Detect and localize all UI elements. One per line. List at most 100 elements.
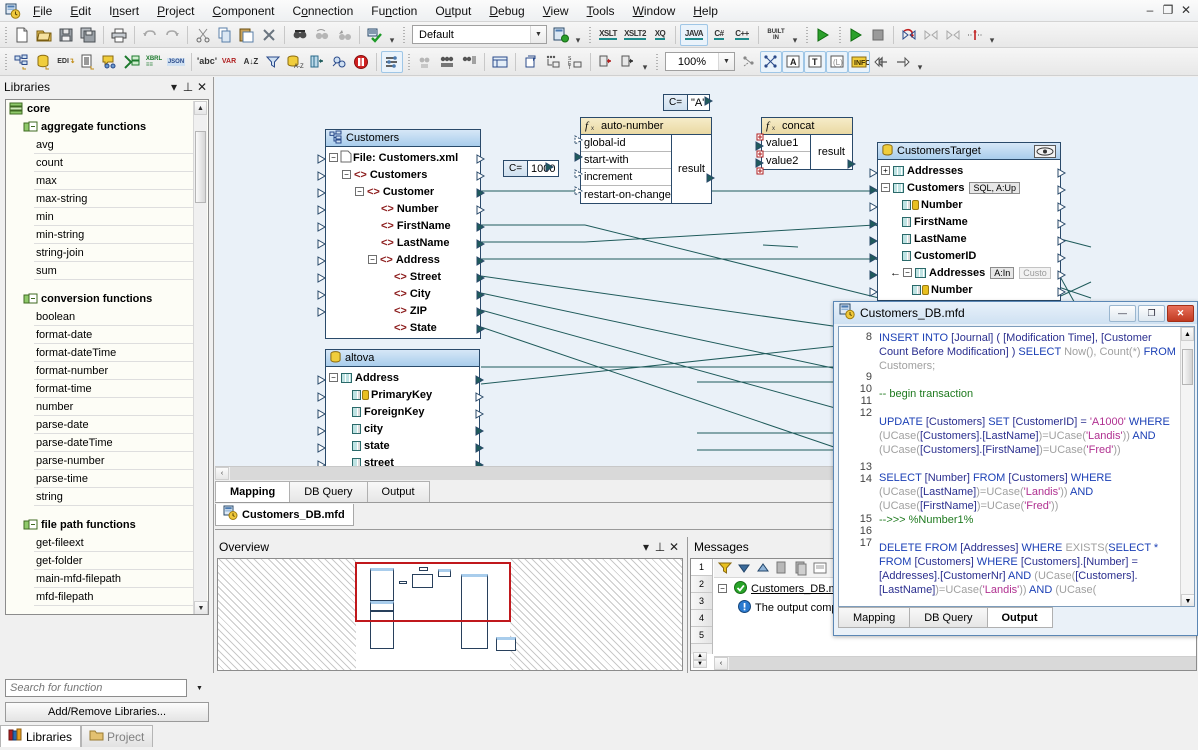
messages-side-scroll[interactable]: ▲ ▼ [693, 652, 707, 669]
constant-output-connector[interactable] [546, 162, 554, 174]
tab-project[interactable]: Project [81, 725, 153, 747]
list-item[interactable]: string [34, 488, 200, 506]
list-item[interactable]: max [34, 172, 200, 190]
scroll-left-icon[interactable]: ‹ [215, 467, 229, 480]
minimize-button[interactable]: — [1109, 305, 1136, 322]
table-node-address[interactable]: − Address [326, 369, 479, 386]
function-copy-icon[interactable] [436, 51, 458, 73]
function-output-result[interactable]: result [671, 135, 711, 203]
list-item[interactable]: parse-date [34, 416, 200, 434]
column-node-foreignkey[interactable]: ForeignKey [326, 403, 479, 420]
cut-icon[interactable] [192, 24, 214, 46]
menu-component[interactable]: Component [203, 1, 283, 22]
align-icon[interactable] [738, 51, 760, 73]
scroll-up-icon[interactable]: ▲ [1181, 327, 1194, 341]
constant-a[interactable]: C= "A" [663, 94, 710, 111]
menu-help[interactable]: Help [684, 1, 727, 22]
add-remove-libraries-button[interactable]: Add/Remove Libraries... [5, 702, 209, 722]
function-input-start-with[interactable]: start-with [581, 152, 671, 169]
output-connectors[interactable] [477, 145, 486, 345]
tree-node[interactable]: <> FirstName [326, 217, 480, 234]
toolbar-grip[interactable] [2, 52, 9, 72]
auto-layout-icon[interactable] [760, 51, 782, 73]
collapse-icon[interactable]: − [329, 153, 338, 162]
output-connectors[interactable] [476, 366, 485, 475]
toolbar-grip[interactable] [405, 52, 412, 72]
file-node[interactable]: − File: Customers.xml [326, 149, 480, 166]
tab-libraries[interactable]: Libraries [0, 725, 81, 747]
function-list-icon[interactable] [458, 51, 480, 73]
insert-edi-icon[interactable]: EDI↴ [55, 51, 77, 73]
scrollbar-track[interactable] [729, 657, 1196, 670]
list-item[interactable]: string-join [34, 244, 200, 262]
scroll-up-icon[interactable]: ▲ [194, 101, 207, 115]
open-folder-icon[interactable] [33, 24, 55, 46]
list-item[interactable]: main-mfd-filepath [34, 570, 200, 588]
tree-node-core[interactable]: core [6, 100, 208, 118]
child-elements-icon[interactable] [542, 51, 564, 73]
insert-xbrl-icon[interactable]: XBRL≡≡ [143, 51, 165, 73]
message-tab-2[interactable]: 2 [691, 576, 712, 593]
column-node-state[interactable]: state [326, 437, 479, 454]
input-connectors[interactable] [870, 159, 879, 319]
run-icon[interactable] [812, 24, 834, 46]
tab-mapping[interactable]: Mapping [215, 481, 290, 502]
list-item[interactable]: avg [34, 136, 200, 154]
toolbar-grip[interactable] [2, 25, 9, 45]
tree-node[interactable]: − <> Address [326, 251, 480, 268]
pin-icon[interactable]: ⊥ [181, 80, 195, 94]
messages-side-tabs[interactable]: 1 2 3 4 5 [691, 559, 713, 654]
list-item[interactable]: max-string [34, 190, 200, 208]
tree-node[interactable]: <> State [326, 319, 480, 336]
tree-node[interactable]: <> City [326, 285, 480, 302]
close-icon[interactable]: ✕ [195, 80, 209, 94]
function-title[interactable]: fx concat [762, 118, 852, 135]
next-message-icon[interactable] [735, 560, 753, 577]
insert-filter-icon[interactable] [262, 51, 284, 73]
column-node-number-child[interactable]: Number [878, 281, 1060, 298]
insert-constant-icon[interactable]: "abc" [196, 51, 218, 73]
chevron-down-icon[interactable]: ▾ [167, 80, 181, 94]
delete-icon[interactable] [258, 24, 280, 46]
toolbar-overflow-button[interactable]: ▾ [986, 24, 998, 46]
list-item[interactable]: format-dateTime [34, 344, 200, 362]
output-connectors[interactable] [1058, 159, 1067, 319]
menu-file[interactable]: FFileile [24, 1, 61, 22]
function-input-value1[interactable]: value1 [762, 135, 810, 152]
list-item[interactable]: parse-time [34, 470, 200, 488]
message-tab-3[interactable]: 3 [691, 593, 712, 610]
toolbar-overflow-button[interactable]: ▾ [639, 51, 651, 73]
validate-icon[interactable] [364, 24, 386, 46]
tab-db-query[interactable]: DB Query [909, 607, 987, 628]
column-node-number[interactable]: Number [878, 196, 1060, 213]
component-title[interactable]: CustomersTarget [878, 143, 1060, 160]
code-text[interactable]: INSERT INTO [Journal] ( [Modification Ti… [879, 327, 1179, 597]
menu-connection[interactable]: Connection [284, 1, 363, 22]
list-item[interactable]: number [34, 398, 200, 416]
function-input-connectors[interactable] [575, 135, 584, 215]
restore-button[interactable]: ❐ [1138, 305, 1165, 322]
show-library-icon[interactable]: (L) [826, 51, 848, 73]
scroll-left-icon[interactable]: ‹ [714, 657, 728, 670]
tab-db-query[interactable]: DB Query [289, 481, 367, 502]
menu-function[interactable]: Function [362, 1, 426, 22]
column-node-customerid[interactable]: CustomerID [878, 247, 1060, 264]
preview-eye-icon[interactable] [1034, 145, 1056, 158]
table-node-addresses-child[interactable]: ← − Addresses A:In Custo [878, 264, 1060, 281]
forward-icon[interactable] [892, 51, 914, 73]
insert-web-service-icon[interactable] [99, 51, 121, 73]
tree-node[interactable]: − <> Customers [326, 166, 480, 183]
menu-edit[interactable]: Edit [61, 1, 100, 22]
message-tab-1[interactable]: 1 [691, 559, 712, 576]
find-icon[interactable] [289, 24, 311, 46]
debug-step-icon[interactable] [898, 24, 920, 46]
table-view-icon[interactable] [489, 51, 511, 73]
list-item[interactable]: min-string [34, 226, 200, 244]
component-title[interactable]: Customers [326, 130, 480, 147]
insert-excel-icon[interactable] [121, 51, 143, 73]
function-output-connector[interactable] [848, 159, 856, 171]
breakpoint-icon[interactable] [964, 24, 986, 46]
list-item[interactable]: sum [34, 262, 200, 280]
insert-variable-icon[interactable]: VAR [218, 51, 240, 73]
function-auto-number[interactable]: fx auto-number global-id start-with incr… [580, 117, 712, 204]
